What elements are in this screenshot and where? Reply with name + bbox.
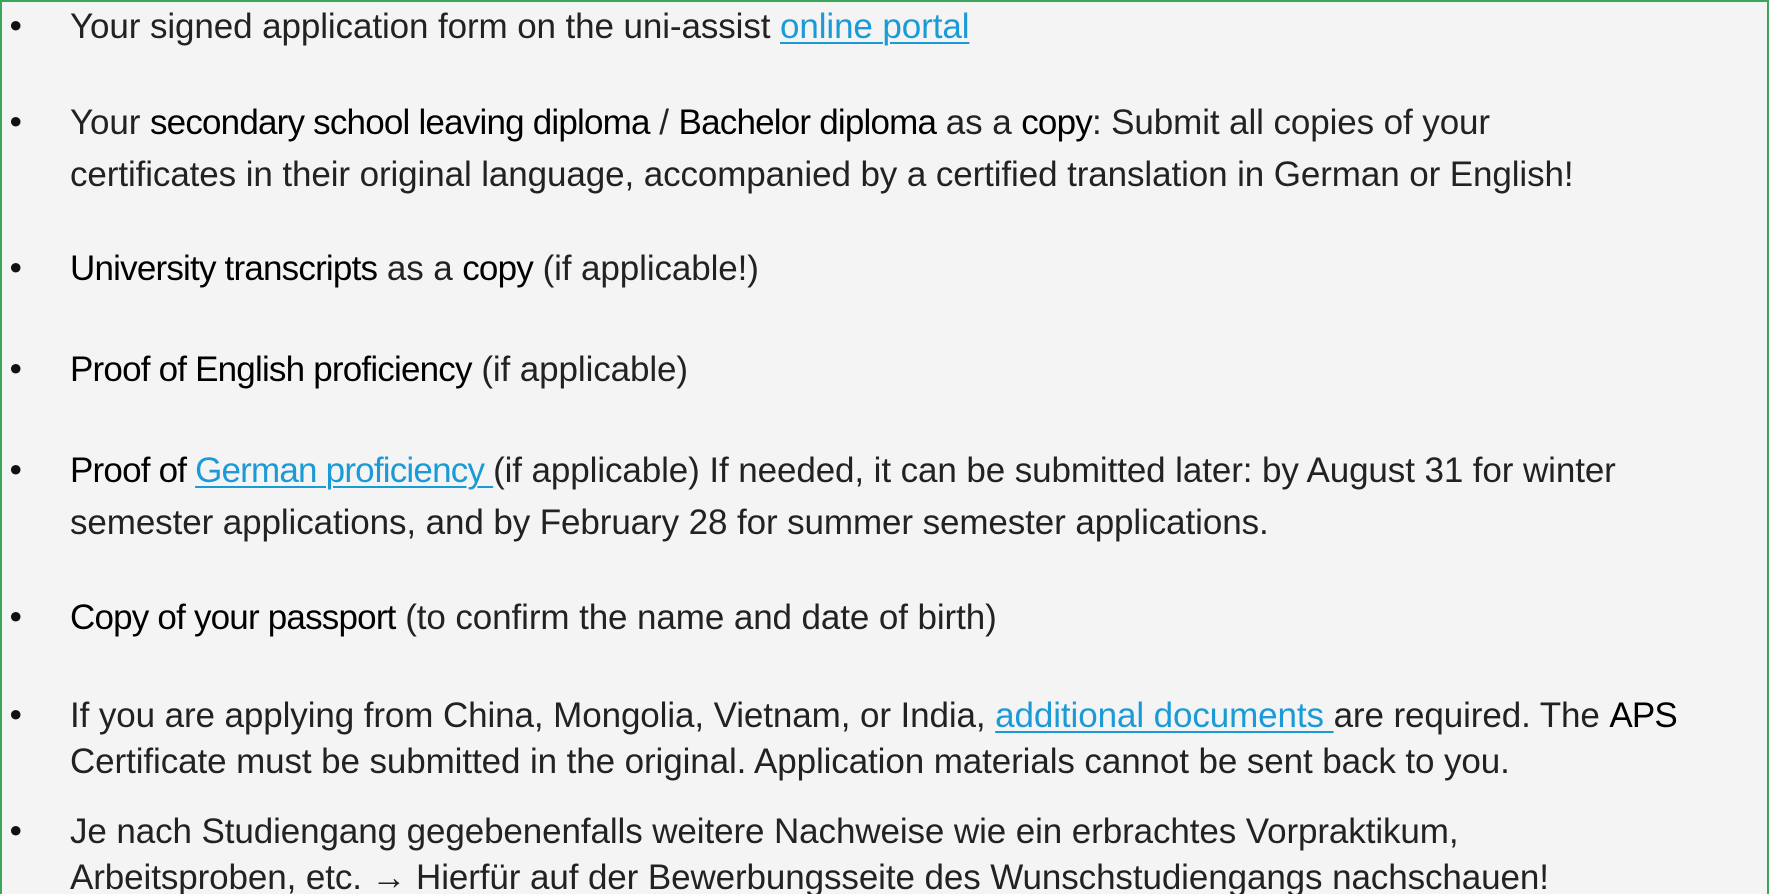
list-item-text: Your signed application form on the uni-… xyxy=(70,2,1749,53)
text-line: If you are applying from China, Mongolia… xyxy=(70,696,1678,735)
list-item-text: Je nach Studiengang gegebenenfalls weite… xyxy=(70,806,1749,894)
list-item-text: University transcripts as a copy (if app… xyxy=(70,243,1749,295)
bullet-icon: • xyxy=(6,696,26,735)
text-line: certificates in their original language,… xyxy=(70,155,1574,194)
german-proficiency-link[interactable]: German proficiency xyxy=(195,451,493,490)
text-line: Arbeitsproben, etc. → Hierfür auf der Be… xyxy=(70,858,1549,894)
list-item-text: Proof of German proficiency (if applicab… xyxy=(70,445,1749,549)
text-line: University transcripts as a copy (if app… xyxy=(70,249,759,288)
text-line: semester applications, and by February 2… xyxy=(70,503,1269,542)
bullet-icon: • xyxy=(6,812,26,851)
bullet-icon: • xyxy=(6,249,26,288)
list-item-text: Proof of English proficiency (if applica… xyxy=(70,344,1749,396)
additional-documents-link[interactable]: additional documents xyxy=(995,696,1333,735)
text-line: Proof of English proficiency (if applica… xyxy=(70,350,688,389)
text-line: Je nach Studiengang gegebenenfalls weite… xyxy=(70,812,1459,851)
bullet-icon: • xyxy=(6,350,26,389)
text-line: Copy of your passport (to confirm the na… xyxy=(70,598,997,637)
list-item-text: Copy of your passport (to confirm the na… xyxy=(70,592,1749,644)
list-item-text: Your secondary school leaving diploma / … xyxy=(70,97,1749,201)
bullet-icon: • xyxy=(6,451,26,490)
text-line: Certificate must be submitted in the ori… xyxy=(70,742,1510,781)
bullet-icon: • xyxy=(6,103,26,142)
list-item-text: If you are applying from China, Mongolia… xyxy=(70,690,1749,782)
bullet-icon: • xyxy=(6,598,26,637)
document-page: • Your signed application form on the un… xyxy=(0,0,1769,894)
bullet-icon: • xyxy=(6,7,26,46)
text-line: Your signed application form on the uni-… xyxy=(70,7,970,46)
online-portal-link[interactable]: online portal xyxy=(780,7,969,46)
text-line: Your secondary school leaving diploma / … xyxy=(70,103,1490,142)
text-line: Proof of German proficiency (if applicab… xyxy=(70,451,1616,490)
